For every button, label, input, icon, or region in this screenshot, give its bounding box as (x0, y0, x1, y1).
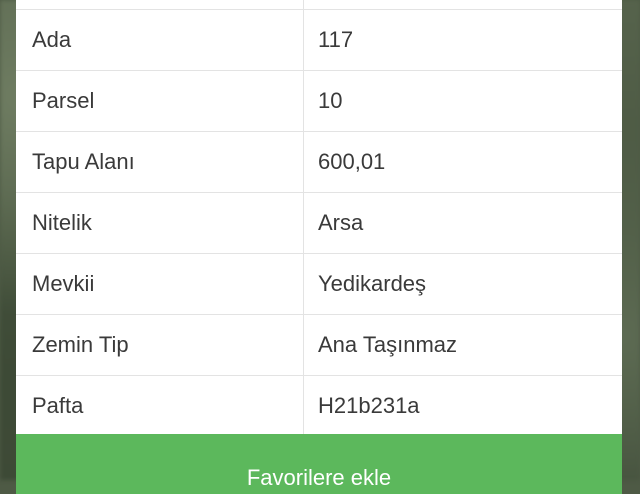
row-value (304, 0, 622, 9)
table-row-tapu-alani: Tapu Alanı 600,01 (16, 132, 622, 193)
row-key (16, 0, 304, 9)
table-row-ada: Ada 117 (16, 10, 622, 71)
row-value: Ana Taşınmaz (318, 332, 458, 357)
add-to-favorites-button[interactable]: Favorilere ekle (16, 434, 622, 494)
table-row-cut (16, 0, 622, 10)
row-value: 600,01 (318, 149, 386, 174)
row-key: Ada (16, 10, 304, 70)
parcel-info-table: Ada 117 Parsel 10 Tapu Alanı 600,01 Nite… (16, 0, 622, 437)
row-key: Parsel (16, 71, 304, 131)
row-key: Nitelik (16, 193, 304, 253)
table-row-pafta: Pafta H21b231a (16, 376, 622, 437)
row-value: Arsa (318, 210, 364, 235)
row-value: H21b231a (318, 393, 420, 418)
table-row-nitelik: Nitelik Arsa (16, 193, 622, 254)
row-key: Zemin Tip (16, 315, 304, 375)
row-key: Mevkii (16, 254, 304, 314)
table-row-zemin-tip: Zemin Tip Ana Taşınmaz (16, 315, 622, 376)
row-value: 117 (318, 27, 354, 52)
row-value: 10 (318, 88, 343, 113)
table-row-mevkii: Mevkii Yedikardeş (16, 254, 622, 315)
row-key: Tapu Alanı (16, 132, 304, 192)
parcel-info-panel: Ada 117 Parsel 10 Tapu Alanı 600,01 Nite… (16, 0, 622, 494)
row-key: Pafta (16, 376, 304, 436)
row-value: Yedikardeş (318, 271, 427, 296)
table-row-parsel: Parsel 10 (16, 71, 622, 132)
